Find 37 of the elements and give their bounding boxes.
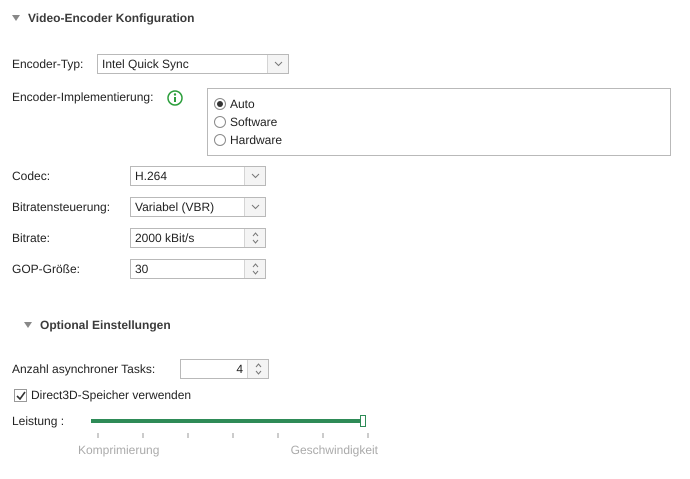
radio-label[interactable]: Hardware xyxy=(230,133,282,148)
field-label: Encoder-Implementierung: xyxy=(12,89,154,104)
spin-field[interactable]: 30 xyxy=(130,259,266,279)
slider-thumb[interactable] xyxy=(360,415,366,427)
section-title: Optional Einstellungen xyxy=(40,318,171,332)
spin-field[interactable]: 4 xyxy=(180,359,269,379)
spin-arrows-icon xyxy=(254,362,262,376)
performance-slider[interactable] xyxy=(88,414,366,428)
spin-arrows-icon xyxy=(252,262,258,276)
field-label: Codec: xyxy=(12,169,52,183)
encoder-type-dropdown[interactable]: Intel Quick Sync xyxy=(97,54,289,74)
field-label: Anzahl asynchroner Tasks: xyxy=(12,362,156,376)
collapse-triangle-icon[interactable] xyxy=(12,15,20,21)
dropdown[interactable]: H.264 xyxy=(130,166,266,186)
field-label: GOP-Größe: xyxy=(12,262,82,276)
field-label: Bitratensteuerung: xyxy=(12,200,112,214)
radio-button[interactable] xyxy=(214,134,226,146)
section-title: Video-Encoder Konfiguration xyxy=(28,11,194,25)
radio-button[interactable] xyxy=(214,116,226,128)
scale-label: Komprimierung xyxy=(78,443,160,457)
direct3d-checkbox[interactable]: Direct3D-Speicher verwenden xyxy=(14,383,234,407)
check-icon xyxy=(16,390,26,400)
field-label: Encoder-Typ: xyxy=(12,57,84,71)
chevron-down-icon xyxy=(250,173,260,179)
spin-arrows-icon xyxy=(252,231,258,245)
chevron-down-icon xyxy=(274,61,282,67)
radio-label[interactable]: Software xyxy=(230,114,278,129)
chevron-down-icon xyxy=(250,204,260,210)
field-label: Leistung : xyxy=(12,414,66,428)
collapse-triangle-icon[interactable] xyxy=(24,322,32,328)
info-icon[interactable] xyxy=(167,90,183,106)
spin-field[interactable]: 2000 kBit/s xyxy=(130,228,266,248)
dropdown[interactable]: Variabel (VBR) xyxy=(130,197,266,217)
radio-button[interactable] xyxy=(214,98,226,110)
field-label: Bitrate: xyxy=(12,231,52,245)
scale-label: Geschwindigkeit xyxy=(290,443,378,457)
radio-label[interactable]: Auto xyxy=(230,96,255,111)
